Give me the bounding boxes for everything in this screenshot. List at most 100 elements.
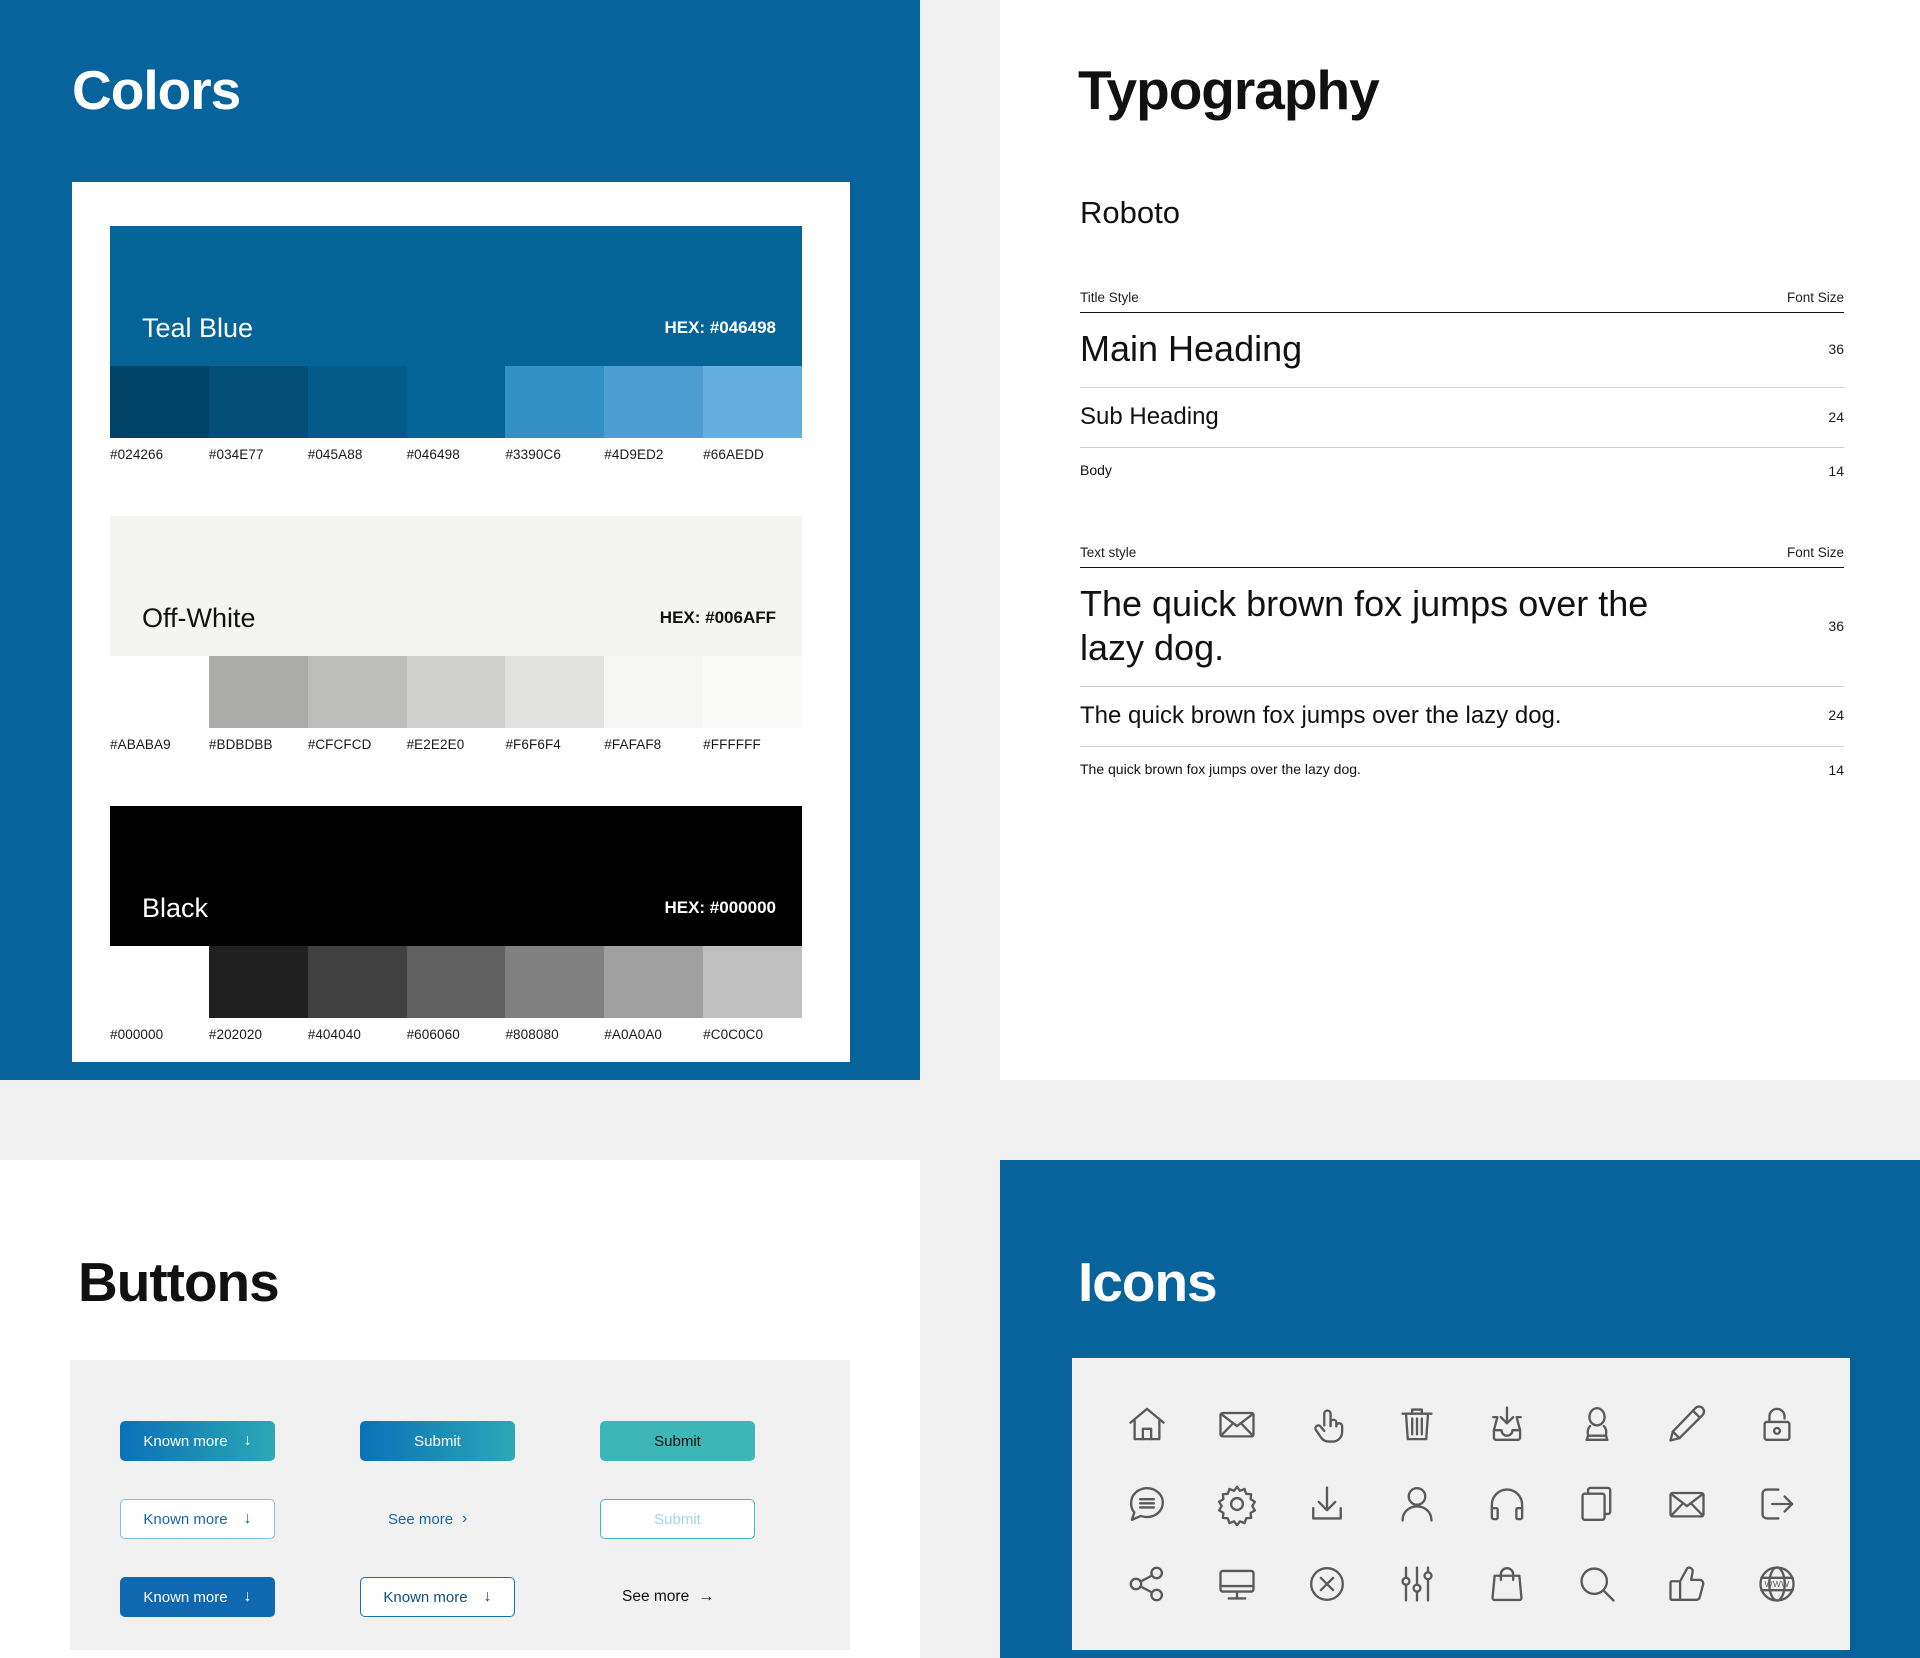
lock-icon[interactable]: [1750, 1397, 1804, 1451]
table-header-row: Text style Font Size: [1080, 545, 1844, 568]
button-cell: See more ›: [360, 1511, 600, 1528]
page-title-typography: Typography: [1078, 59, 1380, 121]
type-sample: Sub Heading: [1080, 402, 1219, 430]
swatch-hex: #66AEDD: [703, 447, 764, 462]
swatch-hex: #606060: [406, 1027, 460, 1042]
color-swatch[interactable]: [406, 656, 506, 728]
palette-off-white: Off-White HEX: #006AFF #ABABA9 #BDBDBB #…: [110, 516, 803, 752]
color-swatch[interactable]: [406, 366, 506, 438]
arrow-down-icon: ↓: [483, 1588, 492, 1605]
color-swatch[interactable]: [505, 946, 605, 1018]
color-swatch[interactable]: [208, 656, 308, 728]
palette-header: Teal Blue HEX: #046498: [110, 226, 802, 366]
color-swatch[interactable]: [505, 656, 605, 728]
gear-icon[interactable]: [1210, 1477, 1264, 1531]
button-cell: Submit: [600, 1499, 820, 1539]
swatch-row: [110, 656, 803, 728]
chat-message-icon[interactable]: [1120, 1477, 1174, 1531]
user-icon[interactable]: [1390, 1477, 1444, 1531]
known-more-solid-button[interactable]: Known more ↓: [120, 1577, 275, 1617]
mail-icon[interactable]: [1660, 1477, 1714, 1531]
colors-card: Teal Blue HEX: #046498 #024266 #034E77 #…: [72, 182, 850, 1062]
color-swatch[interactable]: [703, 366, 803, 438]
sliders-icon[interactable]: [1390, 1557, 1444, 1611]
color-swatch[interactable]: [110, 366, 209, 438]
trash-icon[interactable]: [1390, 1397, 1444, 1451]
monitor-icon[interactable]: [1210, 1557, 1264, 1611]
palette-header: Off-White HEX: #006AFF: [110, 516, 802, 656]
swatch-hex: #FFFFFF: [703, 737, 761, 752]
button-label: Submit: [654, 1432, 701, 1450]
swatch-hex: #4D9ED2: [604, 447, 664, 462]
typography-panel: Typography Roboto Title Style Font Size …: [1000, 0, 1920, 1080]
column-header-style: Text style: [1080, 545, 1137, 560]
color-swatch[interactable]: [208, 946, 308, 1018]
button-label: Known more: [143, 1432, 228, 1450]
submit-disabled-outline-button[interactable]: Submit: [600, 1499, 755, 1539]
user-female-icon[interactable]: [1570, 1397, 1624, 1451]
swatch-hex: #C0C0C0: [703, 1027, 764, 1042]
type-size: 24: [1828, 408, 1844, 425]
envelope-icon[interactable]: [1210, 1397, 1264, 1451]
swatch-hex-row: #ABABA9 #BDBDBB #CFCFCD #E2E2E0 #F6F6F4 …: [110, 737, 802, 752]
download-icon[interactable]: [1300, 1477, 1354, 1531]
headphones-icon[interactable]: [1480, 1477, 1534, 1531]
swatch-hex: #808080: [505, 1027, 559, 1042]
color-swatch[interactable]: [307, 656, 407, 728]
color-swatch[interactable]: [307, 946, 407, 1018]
color-swatch[interactable]: [505, 366, 605, 438]
type-size: 36: [1828, 340, 1844, 357]
search-icon[interactable]: [1570, 1557, 1624, 1611]
see-more-link-dark[interactable]: See more →: [622, 1588, 714, 1606]
color-swatch[interactable]: [307, 366, 407, 438]
typography-title-table: Title Style Font Size Main Heading 36 Su…: [1080, 290, 1844, 495]
palette-hex-label: HEX: #046498: [664, 318, 776, 337]
button-cell: Submit: [600, 1421, 820, 1461]
known-more-outline-button[interactable]: Known more ↓: [360, 1577, 515, 1617]
thumbs-up-icon[interactable]: [1660, 1557, 1714, 1611]
button-label: Submit: [414, 1432, 461, 1450]
close-circle-icon[interactable]: [1300, 1557, 1354, 1611]
colors-panel: Colors Teal Blue HEX: #046498 #024266 #0…: [0, 0, 920, 1080]
table-row: The quick brown fox jumps over the lazy …: [1080, 747, 1844, 794]
copy-icon[interactable]: [1570, 1477, 1624, 1531]
globe-www-icon[interactable]: WWW: [1750, 1557, 1804, 1611]
color-swatch[interactable]: [604, 656, 704, 728]
swatch-hex: #000000: [110, 1027, 164, 1042]
shopping-bag-icon[interactable]: [1480, 1557, 1534, 1611]
swatch-hex: #ABABA9: [110, 737, 171, 752]
pencil-icon[interactable]: [1660, 1397, 1714, 1451]
button-cell: See more →: [600, 1588, 820, 1606]
pointing-hand-icon[interactable]: [1300, 1397, 1354, 1451]
color-swatch[interactable]: [703, 946, 803, 1018]
chevron-right-icon: ›: [462, 1510, 468, 1527]
submit-teal-button[interactable]: Submit: [600, 1421, 755, 1461]
swatch-hex: #CFCFCD: [307, 737, 372, 752]
home-icon[interactable]: [1120, 1397, 1174, 1451]
palette-hex-label: HEX: #000000: [664, 898, 776, 917]
buttons-grid: Known more ↓ Submit Submit Known more ↓ …: [120, 1402, 820, 1636]
color-swatch[interactable]: [406, 946, 506, 1018]
color-swatch[interactable]: [208, 366, 308, 438]
submit-gradient-button[interactable]: Submit: [360, 1421, 515, 1461]
share-icon[interactable]: [1120, 1557, 1174, 1611]
palette-name: Black: [142, 893, 209, 923]
swatch-row: [110, 946, 803, 1018]
palette-name: Teal Blue: [142, 313, 254, 343]
inbox-download-icon[interactable]: [1480, 1397, 1534, 1451]
known-more-outline-gradient-button[interactable]: Known more ↓: [120, 1499, 275, 1539]
arrow-down-icon: ↓: [243, 1510, 252, 1527]
swatch-hex: #404040: [307, 1027, 361, 1042]
color-swatch[interactable]: [604, 946, 704, 1018]
icons-grid: WWW: [1102, 1384, 1822, 1624]
see-more-link-blue[interactable]: See more ›: [388, 1511, 467, 1528]
color-swatch[interactable]: [703, 656, 803, 728]
swatch-row: [110, 366, 803, 438]
svg-text:WWW: WWW: [1765, 1579, 1791, 1589]
color-swatch[interactable]: [604, 366, 704, 438]
logout-icon[interactable]: [1750, 1477, 1804, 1531]
type-sample: The quick brown fox jumps over the lazy …: [1080, 761, 1361, 778]
known-more-gradient-button[interactable]: Known more ↓: [120, 1421, 275, 1461]
column-header-style: Title Style: [1080, 290, 1139, 305]
swatch-hex: #BDBDBB: [208, 737, 273, 752]
